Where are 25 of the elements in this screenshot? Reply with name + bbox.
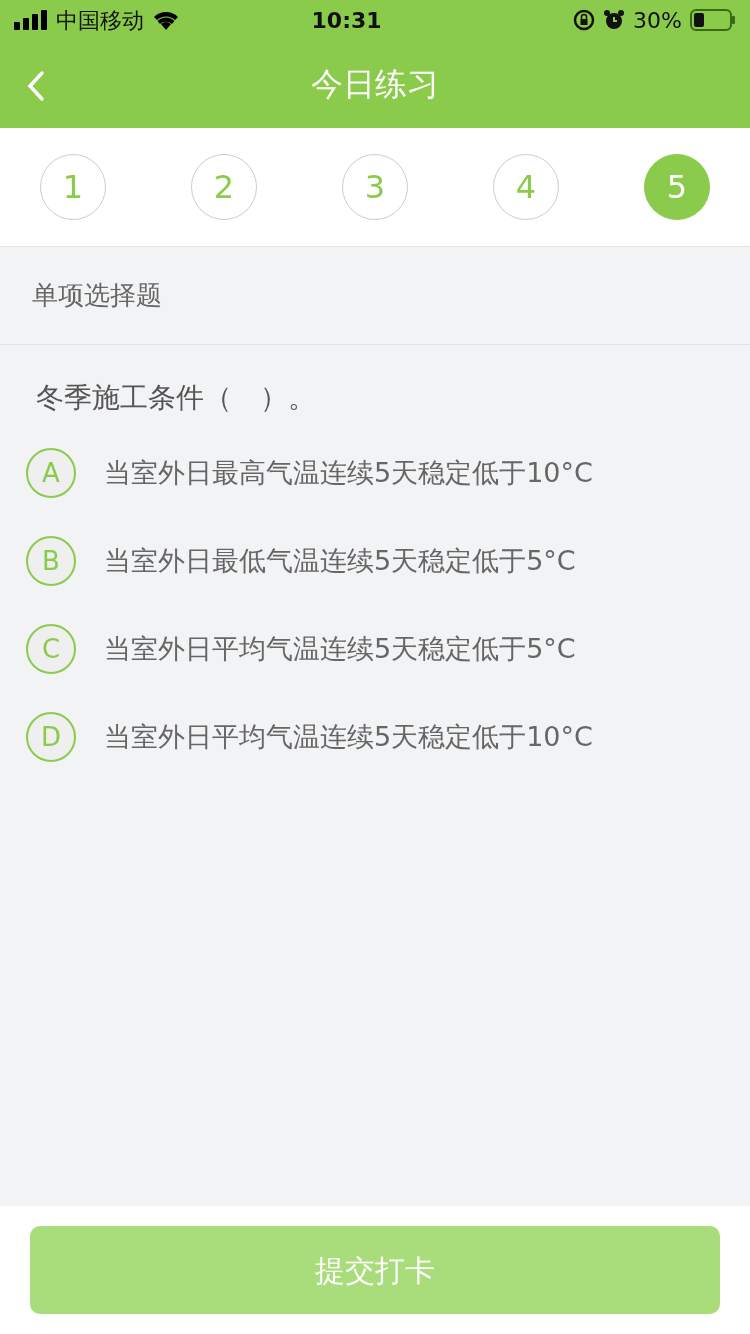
question-number-button[interactable]: 5 <box>644 154 710 220</box>
signal-icon <box>14 10 48 30</box>
question-number-button[interactable]: 2 <box>191 154 257 220</box>
option-text: 当室外日平均气温连续5天稳定低于10°C <box>104 719 593 754</box>
option-text: 当室外日最低气温连续5天稳定低于5°C <box>104 543 576 578</box>
question-text: 冬季施工条件（ ）。 <box>35 380 317 416</box>
page-title: 今日练习 <box>311 64 439 105</box>
option-letter-button[interactable]: C <box>26 624 76 674</box>
clock-time: 10:31 <box>311 6 382 35</box>
option-letter-button[interactable]: A <box>26 448 76 498</box>
wifi-icon <box>152 10 180 30</box>
option-text: 当室外日最高气温连续5天稳定低于10°C <box>104 455 593 490</box>
rotation-lock-icon <box>573 9 596 31</box>
battery-percent: 30% <box>633 6 682 35</box>
question-number-button[interactable]: 3 <box>342 154 408 220</box>
battery-icon <box>690 9 736 31</box>
carrier-name: 中国移动 <box>56 6 144 35</box>
option-text: 当室外日平均气温连续5天稳定低于5°C <box>104 631 576 666</box>
alarm-clock-icon <box>603 9 626 31</box>
question-number-button[interactable]: 4 <box>493 154 559 220</box>
option-letter-button[interactable]: B <box>26 536 76 586</box>
back-icon <box>26 70 46 102</box>
option-letter-button[interactable]: D <box>26 712 76 762</box>
question-number-button[interactable]: 1 <box>40 154 106 220</box>
section-label: 单项选择题 <box>32 279 162 312</box>
